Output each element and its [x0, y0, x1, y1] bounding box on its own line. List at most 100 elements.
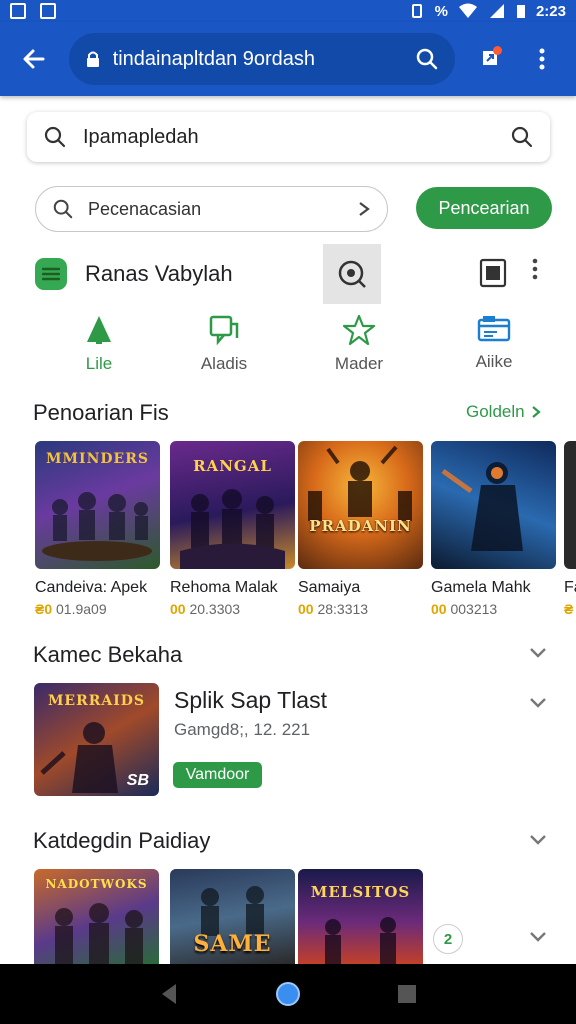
expand-button[interactable]	[528, 646, 548, 665]
main-search-input[interactable]: Ipamapledah	[27, 112, 550, 162]
search-submit-icon[interactable]	[510, 125, 534, 149]
scan-button[interactable]	[323, 244, 381, 304]
expand-button[interactable]	[528, 833, 548, 852]
clock: 2:23	[535, 2, 566, 20]
category-nav: Lile Aladis Mader Aiike	[0, 314, 576, 378]
game-art	[564, 441, 576, 569]
battery-percent: %	[434, 2, 448, 20]
heroes-illustration	[180, 489, 285, 569]
menu-icon[interactable]	[35, 258, 67, 290]
game-card[interactable]: Gamela Mahk 00 003213	[431, 441, 556, 617]
category-tab-1[interactable]: Lile	[44, 314, 154, 374]
category-label: Aladis	[200, 354, 248, 373]
game-thumbnail[interactable]: NADOTWOKS	[34, 869, 159, 964]
coin-icon: ₴0	[35, 601, 53, 617]
see-more-label: Goldeln	[466, 402, 525, 421]
coin-icon: 00	[170, 601, 186, 617]
game-name: Candeiva: Apek	[35, 579, 148, 596]
search-icon[interactable]	[415, 47, 439, 71]
category-tab-4[interactable]: Aiike	[439, 314, 549, 372]
game-art	[431, 441, 556, 569]
game-art: RANGAL	[170, 441, 295, 569]
game-art-title: PRADANIN	[309, 517, 412, 535]
chevron-right-icon[interactable]	[357, 200, 371, 218]
refresh-badge[interactable]: 2	[433, 924, 463, 954]
card-icon	[477, 316, 511, 342]
chevron-down-icon	[530, 698, 546, 708]
vibrate-icon	[411, 4, 422, 18]
game-card[interactable]: RANGAL Rehoma Malak 00 20.3303	[170, 441, 295, 617]
category-label: Lile	[85, 354, 113, 373]
tree-icon	[87, 316, 111, 344]
game-card[interactable]: PRADANIN Samaiya 00 28:3313	[298, 441, 423, 617]
featured-game-art[interactable]: MERRAIDS SB	[34, 683, 159, 796]
overflow-menu-button[interactable]	[521, 37, 562, 81]
coin-icon: 00	[298, 601, 314, 617]
app-bar: tindainapltdan 9ordash	[0, 22, 576, 96]
secondary-search-text: Pecenacasian	[88, 198, 202, 219]
expand-button[interactable]	[528, 696, 548, 715]
game-art: PRADANIN	[298, 441, 423, 569]
game-name: Gamela Mahk	[431, 579, 531, 596]
window-icon	[479, 258, 507, 288]
chat-icon	[209, 315, 239, 346]
main-search-text: Ipamapledah	[83, 125, 199, 148]
game-name: Fa	[564, 579, 576, 596]
recents-square-icon[interactable]	[396, 983, 418, 1005]
battery-icon	[516, 5, 525, 18]
game-rating-value: 01.9a09	[56, 601, 107, 617]
game-thumbnail[interactable]: SAME	[170, 869, 295, 964]
section-title: Katdegdin Paidiay	[33, 828, 211, 853]
featured-game-subtitle: Gamgd8;, 12. 221	[174, 720, 311, 739]
warrior-illustration	[308, 445, 412, 521]
search-icon	[53, 199, 73, 219]
home-circle-icon[interactable]	[275, 981, 301, 1007]
warrior-illustration	[441, 462, 523, 551]
signal-icon	[489, 4, 504, 18]
window-button[interactable]	[479, 258, 507, 293]
chevron-right-icon	[531, 406, 541, 418]
game-rating: 00 003213	[431, 601, 556, 617]
share-button[interactable]	[471, 37, 512, 81]
app-label-row: Ranas Vabylah	[35, 244, 555, 304]
back-button[interactable]	[14, 37, 55, 81]
star-icon	[342, 314, 376, 346]
game-thumbnail[interactable]: MELSITOS	[298, 869, 423, 964]
heroes-illustration	[55, 903, 143, 964]
game-card[interactable]: MMINDERS Candeiva: Apek ₴0 01.9a09	[35, 441, 160, 617]
game-rating-value: 20.3303	[189, 601, 241, 617]
see-more-link[interactable]: Goldeln	[466, 402, 541, 422]
game-rating-value: 003213	[450, 601, 498, 617]
image-notification-icon	[40, 3, 56, 19]
category-tab-2[interactable]: Aladis	[169, 314, 279, 374]
game-name: Samaiya	[298, 579, 361, 596]
game-rating: 00 20.3303	[170, 601, 295, 617]
wifi-icon	[458, 3, 477, 18]
featured-game-tag[interactable]: Vamdoor	[173, 762, 262, 788]
category-label: Aiike	[475, 352, 513, 371]
category-tab-3[interactable]: Mader	[304, 314, 414, 374]
more-options-button[interactable]	[531, 258, 539, 285]
expand-button[interactable]	[528, 930, 548, 949]
search-icon	[44, 126, 66, 148]
chevron-down-icon	[530, 932, 546, 942]
section-title: Kamec Bekaha	[33, 642, 183, 667]
system-nav-bar	[0, 964, 576, 1024]
secondary-search-input[interactable]: Pecenacasian	[35, 186, 388, 232]
search-submit-button[interactable]: Pencearian	[416, 187, 552, 229]
lock-icon	[86, 51, 99, 67]
game-name: Rehoma Malak	[170, 579, 278, 596]
status-bar: % 2:23	[0, 0, 576, 22]
back-triangle-icon[interactable]	[158, 982, 180, 1006]
thumbnail-title: SAME	[193, 931, 272, 957]
url-bar[interactable]: tindainapltdan 9ordash	[68, 33, 455, 85]
app-label-title: Ranas Vabylah	[85, 261, 233, 286]
game-card[interactable]: Fa ₴	[564, 441, 576, 617]
category-label: Mader	[334, 354, 384, 373]
arrow-left-icon	[23, 49, 45, 69]
featured-game-title[interactable]: Splik Sap Tlast	[174, 687, 327, 714]
heroes-illustration	[325, 917, 396, 964]
game-carousel: MMINDERS Candeiva: Apek ₴0 01.9a09 RANGA…	[35, 441, 576, 621]
more-vert-icon	[539, 48, 545, 70]
notification-icon	[10, 3, 26, 19]
